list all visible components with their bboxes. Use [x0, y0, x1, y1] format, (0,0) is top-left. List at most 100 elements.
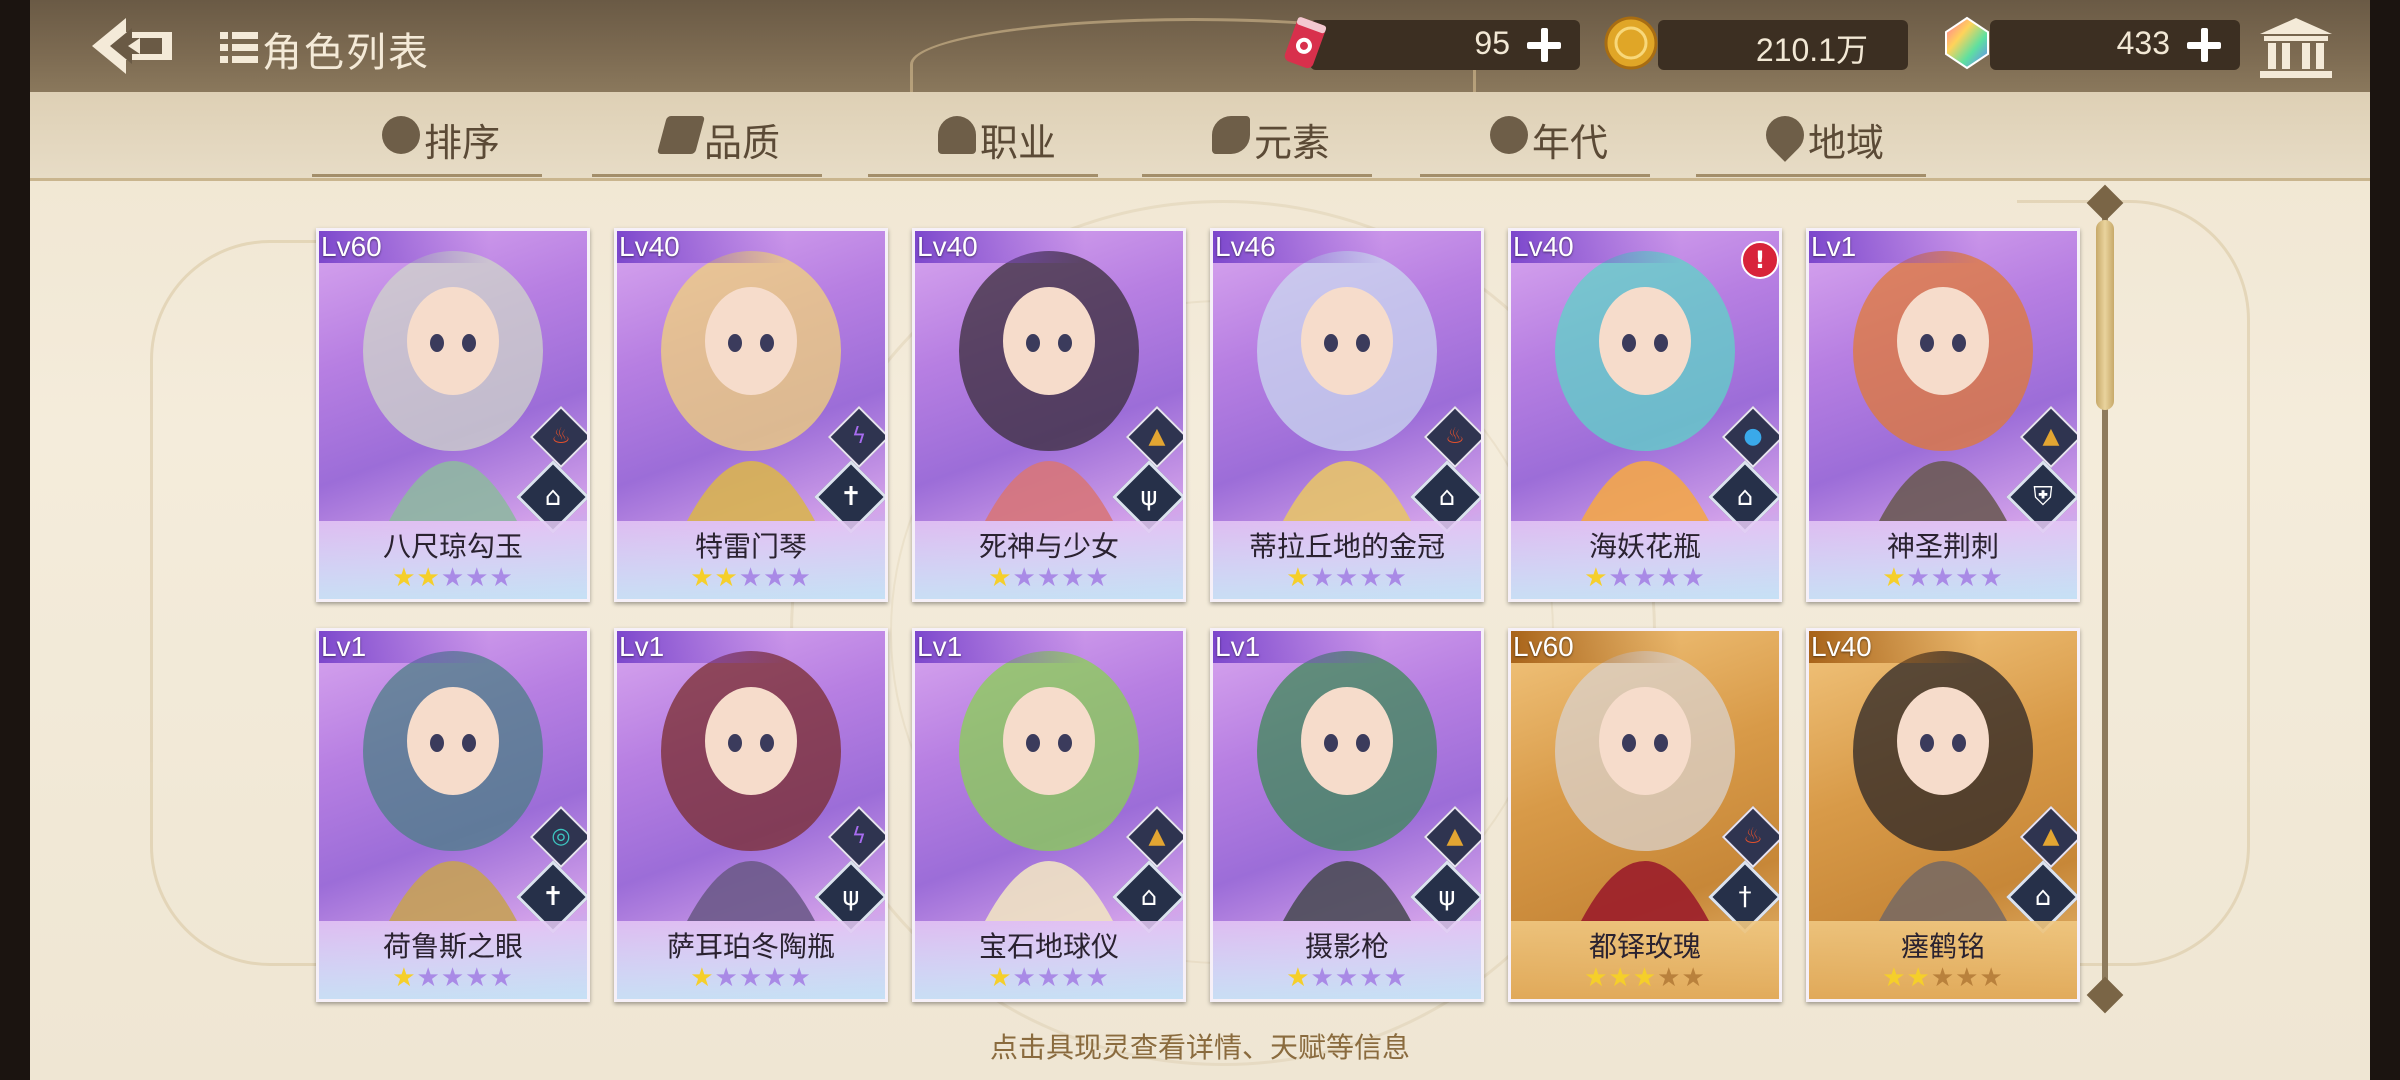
- star-rating: ★★★★★: [1511, 963, 1779, 993]
- character-name: 特雷门琴: [694, 530, 807, 563]
- quality-icon: [656, 116, 706, 154]
- star-empty-icon: ★: [1359, 963, 1384, 993]
- level-banner: Lv40: [1809, 631, 1979, 663]
- star-empty-icon: ★: [489, 563, 514, 593]
- character-card[interactable]: Lv40 ▲ ⌂ 瘗鹤铭 ★★★★★: [1806, 628, 2080, 1002]
- footer-hint: 点击具现灵查看详情、天赋等信息: [989, 1031, 1410, 1064]
- character-name: 都铎玫瑰: [1588, 930, 1701, 963]
- character-name: 瘗鹤铭: [1900, 930, 1985, 963]
- level-label: Lv40: [917, 231, 978, 262]
- level-label: Lv40: [1811, 631, 1872, 662]
- character-name: 死神与少女: [978, 530, 1119, 563]
- star-empty-icon: ★: [1657, 563, 1682, 593]
- star-empty-icon: ★: [1657, 963, 1682, 993]
- name-bar: 荷鲁斯之眼 ★★★★★: [319, 921, 587, 999]
- character-name: 宝石地球仪: [978, 930, 1119, 963]
- star-rating: ★★★★★: [1809, 963, 2077, 993]
- character-card[interactable]: Lv1 ▲ ⛨ 神圣荆刺 ★★★★★: [1806, 228, 2080, 602]
- level-label: Lv40: [1513, 231, 1574, 262]
- star-empty-icon: ★: [1036, 963, 1062, 993]
- back-button[interactable]: [88, 14, 184, 78]
- star-rating: ★★★★★: [319, 963, 587, 993]
- character-name: 荷鲁斯之眼: [382, 930, 523, 963]
- star-rating: ★★★★★: [1511, 563, 1779, 593]
- character-card[interactable]: Lv40 ▲ ψ 死神与少女 ★★★★★: [912, 228, 1186, 602]
- rainbow-gem-icon: [1945, 16, 1989, 70]
- star-empty-icon: ★: [1979, 963, 2004, 993]
- star-empty-icon: ★: [1608, 563, 1633, 593]
- level-label: Lv1: [917, 631, 963, 662]
- level-label: Lv1: [1811, 231, 1857, 262]
- alert-badge-icon: !: [1741, 241, 1779, 279]
- level-banner: Lv1: [1809, 231, 1979, 263]
- tab-underline: [312, 174, 542, 177]
- star-empty-icon: ★: [440, 563, 466, 593]
- star-filled-icon: ★: [1286, 963, 1311, 993]
- add-gem-button[interactable]: [2186, 26, 2222, 62]
- star-filled-icon: ★: [416, 563, 441, 593]
- star-rating: ★★★★★: [617, 563, 885, 593]
- character-card[interactable]: Lv1 ϟ ψ 萨耳珀冬陶瓶 ★★★★★: [614, 628, 888, 1002]
- stamina-value: 95: [1474, 25, 1510, 61]
- character-card[interactable]: Lv1 ◎ ✝ 荷鲁斯之眼 ★★★★★: [316, 628, 590, 1002]
- star-empty-icon: ★: [1334, 963, 1360, 993]
- star-empty-icon: ★: [1955, 963, 1980, 993]
- star-empty-icon: ★: [1383, 963, 1408, 993]
- star-rating: ★★★★★: [617, 963, 885, 993]
- star-empty-icon: ★: [440, 963, 466, 993]
- level-label: Lv1: [619, 631, 665, 662]
- character-card[interactable]: Lv40 ϟ ✝ 特雷门琴 ★★★★★: [614, 228, 888, 602]
- character-name: 摄影枪: [1304, 930, 1389, 963]
- star-filled-icon: ★: [690, 963, 715, 993]
- list-icon: [220, 32, 258, 63]
- star-empty-icon: ★: [1681, 563, 1706, 593]
- tab-sort-label: 排序: [424, 121, 501, 165]
- top-bar: 角色列表 95 210.1万 433: [30, 0, 2370, 111]
- character-card[interactable]: Lv60 ♨ † 都铎玫瑰 ★★★★★: [1508, 628, 1782, 1002]
- filter-tab-bar: 排序 品质 职业 元素 年代 地域: [30, 92, 2370, 181]
- gold-coin-icon: [1604, 16, 1658, 70]
- character-card[interactable]: Lv1 ▲ ⌂ 宝石地球仪 ★★★★★: [912, 628, 1186, 1002]
- add-stamina-button[interactable]: [1526, 26, 1562, 62]
- level-banner: Lv46: [1213, 231, 1383, 263]
- level-label: Lv1: [321, 631, 367, 662]
- character-card[interactable]: Lv40! ● ⌂ 海妖花瓶 ★★★★★: [1508, 228, 1782, 602]
- star-empty-icon: ★: [1681, 963, 1706, 993]
- name-bar: 都铎玫瑰 ★★★★★: [1511, 921, 1779, 999]
- star-rating: ★★★★★: [319, 563, 587, 593]
- star-empty-icon: ★: [787, 963, 812, 993]
- character-card[interactable]: Lv60 ♨ ⌂ 八尺琼勾玉 ★★★★★: [316, 228, 590, 602]
- star-empty-icon: ★: [763, 563, 788, 593]
- level-banner: Lv1: [617, 631, 787, 663]
- tab-class-label: 职业: [980, 121, 1057, 165]
- star-empty-icon: ★: [763, 963, 788, 993]
- star-empty-icon: ★: [1632, 563, 1658, 593]
- character-card[interactable]: Lv1 ▲ ψ 摄影枪 ★★★★★: [1210, 628, 1484, 1002]
- tab-underline: [1696, 174, 1926, 177]
- star-filled-icon: ★: [1584, 963, 1609, 993]
- star-empty-icon: ★: [1085, 963, 1110, 993]
- name-bar: 萨耳珀冬陶瓶 ★★★★★: [617, 921, 885, 999]
- star-empty-icon: ★: [1979, 563, 2004, 593]
- scroll-thumb[interactable]: [2096, 220, 2114, 410]
- era-icon: [1490, 116, 1528, 154]
- star-empty-icon: ★: [1061, 963, 1086, 993]
- star-empty-icon: ★: [1061, 563, 1086, 593]
- level-banner: Lv40: [617, 231, 787, 263]
- element-icon: [1212, 116, 1250, 154]
- level-banner: Lv40: [1511, 231, 1681, 263]
- bank-icon[interactable]: [2258, 16, 2334, 80]
- character-card[interactable]: Lv46 ♨ ⌂ 蒂拉丘地的金冠 ★★★★★: [1210, 228, 1484, 602]
- gem-value: 433: [2116, 25, 2170, 61]
- character-name: 八尺琼勾玉: [382, 530, 523, 563]
- name-bar: 宝石地球仪 ★★★★★: [915, 921, 1183, 999]
- star-empty-icon: ★: [1036, 563, 1062, 593]
- name-bar: 摄影枪 ★★★★★: [1213, 921, 1481, 999]
- coin-value: 210.1万: [1755, 32, 1868, 68]
- star-empty-icon: ★: [1012, 963, 1037, 993]
- tab-underline: [1142, 174, 1372, 177]
- star-rating: ★★★★★: [1213, 963, 1481, 993]
- character-list-screen: 角色列表 95 210.1万 433 排序 品质 职业 元素 年代 地域 Lv6…: [30, 0, 2370, 1080]
- tab-underline: [592, 174, 822, 177]
- star-empty-icon: ★: [1383, 563, 1408, 593]
